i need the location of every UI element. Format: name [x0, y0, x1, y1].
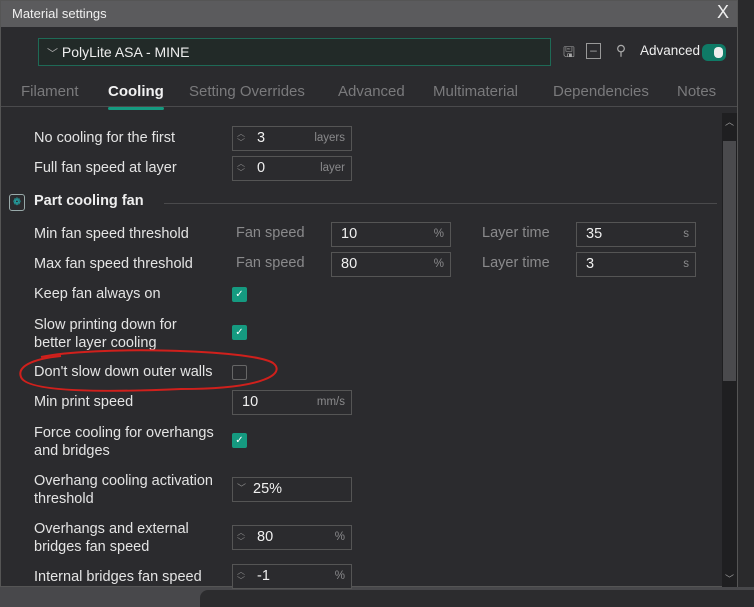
material-settings-window: Material settings X ﹀ PolyLite ASA - MIN…: [0, 0, 738, 589]
red-annotation-circle: [19, 349, 278, 392]
